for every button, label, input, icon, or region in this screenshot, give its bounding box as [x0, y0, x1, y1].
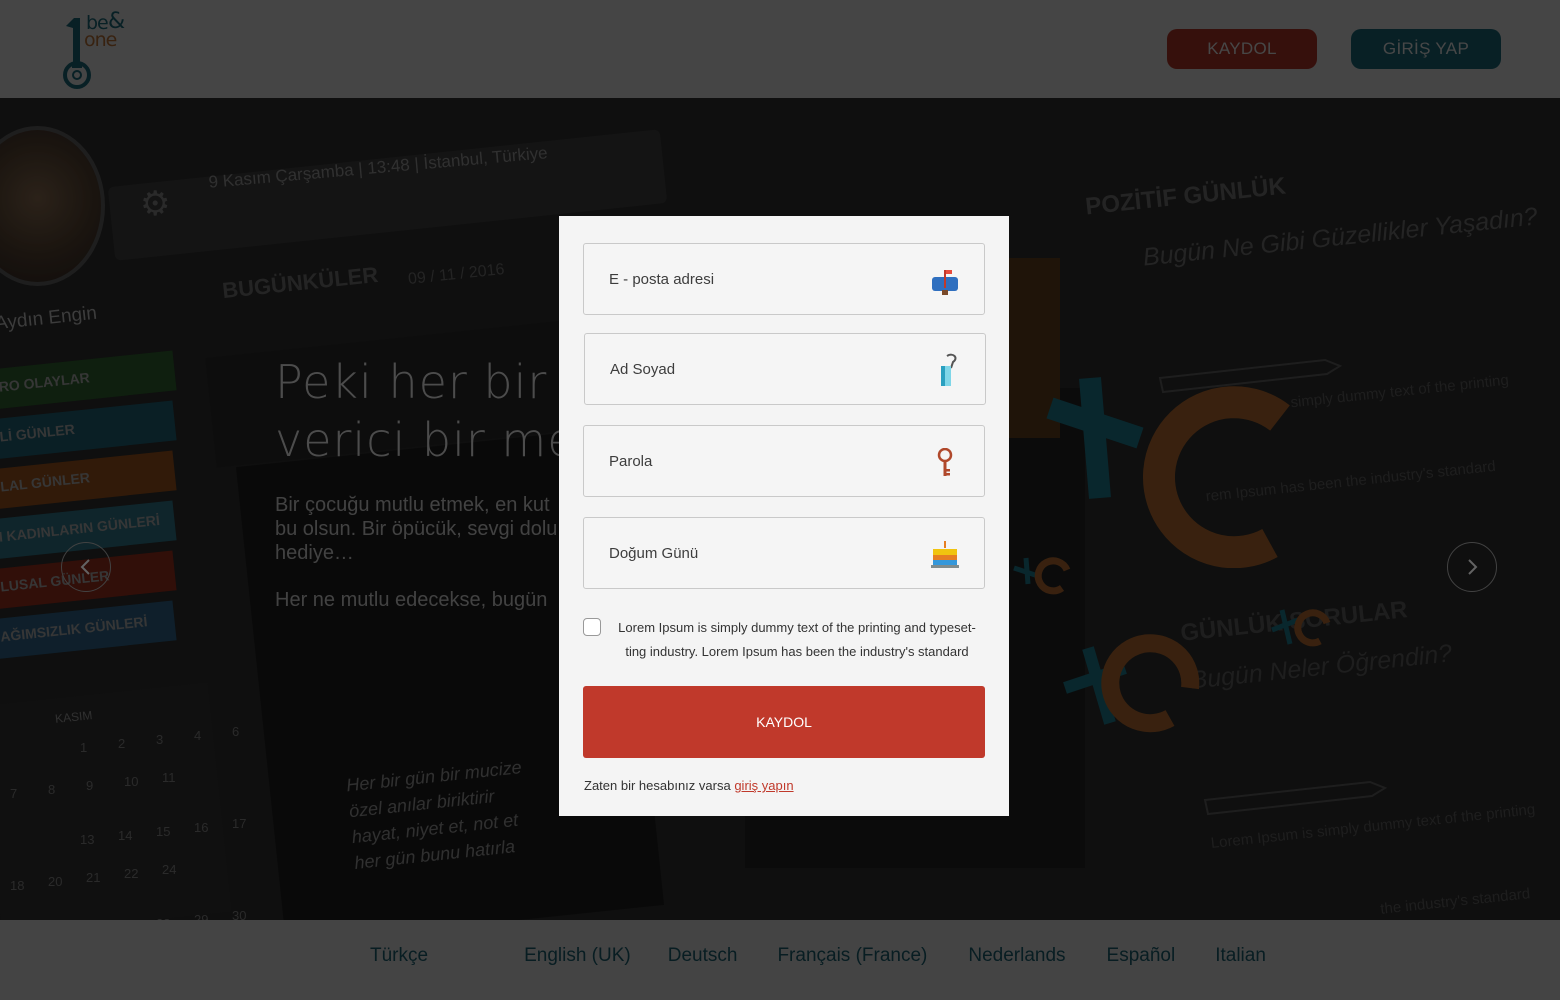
- language-link[interactable]: Türkçe: [370, 945, 428, 967]
- chevron-left-icon: [80, 559, 90, 575]
- cake-icon: [931, 541, 959, 568]
- email-field[interactable]: [583, 243, 985, 315]
- logo-word-one: one: [84, 29, 117, 51]
- terms-text-line: ting industry. Lorem Ipsum has been the …: [625, 644, 969, 659]
- top-header: be & one KAYDOL GİRİŞ YAP: [0, 0, 1560, 98]
- language-link[interactable]: Deutsch: [668, 945, 738, 967]
- header-login-button[interactable]: GİRİŞ YAP: [1351, 29, 1501, 69]
- login-prompt-text: Zaten bir hesabınız varsa: [584, 778, 731, 793]
- birthday-field[interactable]: [583, 517, 985, 589]
- key-icon: [937, 448, 953, 476]
- terms-text: Lorem Ipsum is simply dummy text of the …: [611, 616, 983, 664]
- login-prompt: Zaten bir hesabınız varsa giriş yapın: [584, 778, 794, 793]
- register-submit-button[interactable]: KAYDOL: [583, 686, 985, 758]
- carousel-prev-button[interactable]: [61, 542, 111, 592]
- language-link[interactable]: Français (France): [777, 945, 927, 967]
- password-field[interactable]: [583, 425, 985, 497]
- birthday-input[interactable]: [584, 518, 984, 588]
- name-input[interactable]: [585, 334, 985, 404]
- email-input[interactable]: [584, 244, 984, 314]
- mailbox-icon: [932, 270, 958, 295]
- language-link[interactable]: Italian: [1215, 945, 1266, 967]
- language-link[interactable]: Nederlands: [968, 945, 1065, 967]
- terms-text-line: Lorem Ipsum is simply dummy text of the …: [618, 620, 976, 635]
- carousel-next-button[interactable]: [1447, 542, 1497, 592]
- language-link[interactable]: English (UK): [524, 945, 631, 967]
- register-modal: Lorem Ipsum is simply dummy text of the …: [559, 216, 1009, 816]
- chevron-right-icon: [1468, 559, 1478, 575]
- language-list: Türkçe English (UK) Deutsch Français (Franc…: [370, 945, 1266, 967]
- password-input[interactable]: [584, 426, 984, 496]
- name-field[interactable]: [584, 333, 986, 405]
- header-register-button[interactable]: KAYDOL: [1167, 29, 1317, 69]
- tag-icon: [941, 353, 957, 386]
- login-link[interactable]: giriş yapın: [734, 778, 793, 793]
- language-link[interactable]: Español: [1107, 945, 1176, 967]
- terms-checkbox[interactable]: [583, 618, 601, 636]
- brand-logo[interactable]: be & one: [56, 11, 140, 90]
